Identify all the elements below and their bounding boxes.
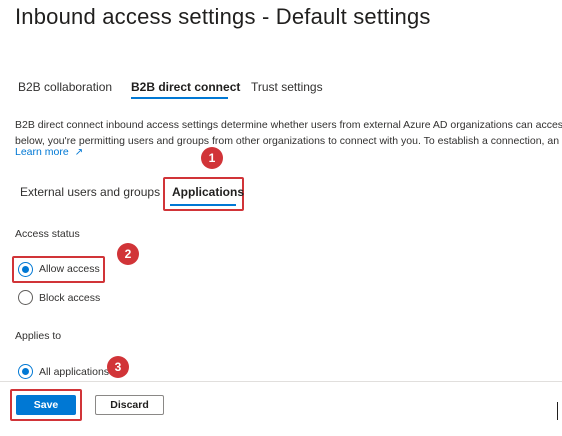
description-line-1: B2B direct connect inbound access settin…: [15, 119, 562, 131]
tab-b2b-direct-connect[interactable]: B2B direct connect: [131, 80, 240, 94]
tab-trust-settings[interactable]: Trust settings: [251, 80, 323, 94]
tab-external-users-and-groups[interactable]: External users and groups: [20, 185, 160, 199]
tab-b2b-collaboration[interactable]: B2B collaboration: [18, 80, 112, 94]
description-text: B2B direct connect inbound access settin…: [15, 117, 562, 149]
more-options-icon[interactable]: ···: [398, 6, 413, 20]
description-line-2: below, you're permitting users and group…: [15, 135, 560, 147]
active-subtab-indicator: [170, 204, 236, 206]
discard-button[interactable]: Discard: [95, 395, 164, 415]
all-applications-label[interactable]: All applications: [39, 366, 109, 378]
save-button[interactable]: Save: [16, 395, 76, 415]
text-cursor: [557, 402, 558, 420]
learn-more-label[interactable]: Learn more: [15, 146, 69, 158]
allow-access-label[interactable]: Allow access: [39, 263, 100, 275]
active-tab-indicator: [131, 97, 228, 99]
tab-applications[interactable]: Applications: [172, 185, 244, 199]
all-applications-radio[interactable]: [18, 364, 33, 379]
page-title: Inbound access settings - Default settin…: [15, 4, 431, 29]
applies-to-label: Applies to: [15, 330, 62, 342]
allow-access-radio[interactable]: [18, 262, 33, 277]
annotation-badge-1: 1: [201, 147, 223, 169]
external-link-icon: ↗: [74, 147, 84, 158]
annotation-badge-3: 3: [107, 356, 129, 378]
footer-divider: [0, 381, 562, 382]
annotation-badge-2: 2: [117, 243, 139, 265]
learn-more-link[interactable]: Learn more ↗: [15, 146, 83, 158]
access-status-label: Access status: [15, 228, 80, 240]
block-access-radio[interactable]: [18, 290, 33, 305]
block-access-label[interactable]: Block access: [39, 292, 100, 304]
